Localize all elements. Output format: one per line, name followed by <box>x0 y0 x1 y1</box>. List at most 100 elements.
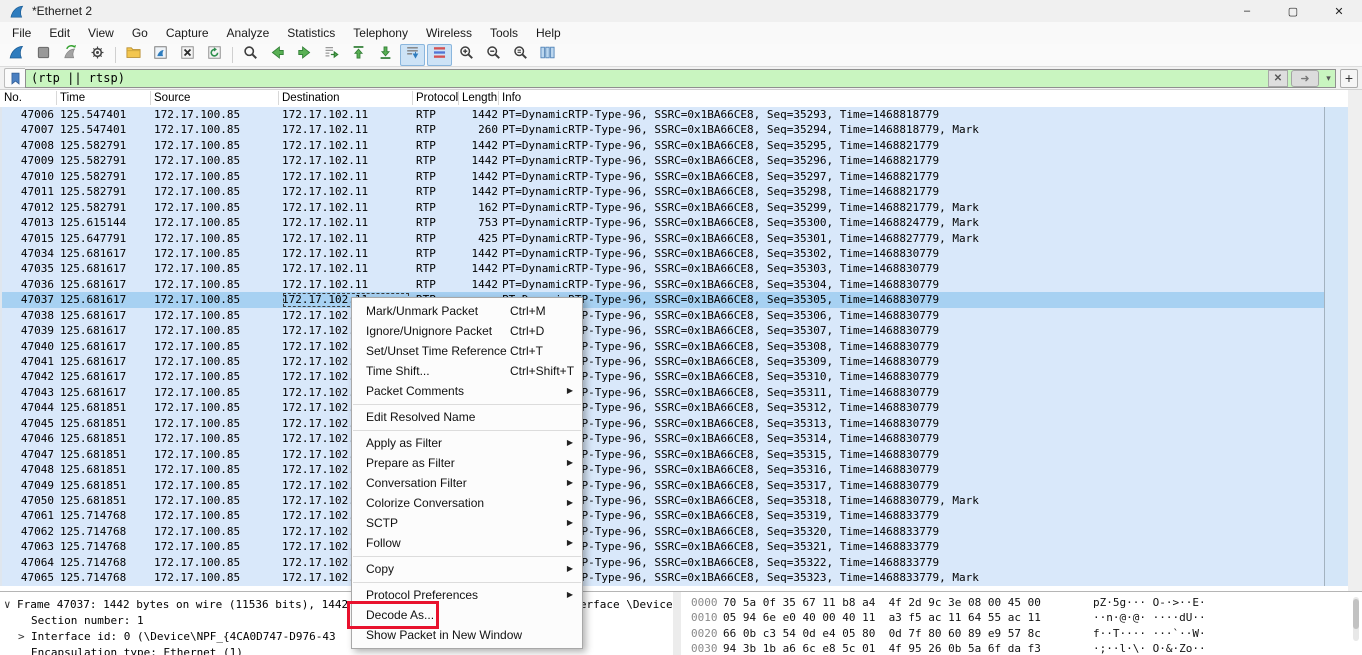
packet-list-scrollbar[interactable] <box>1324 107 1348 586</box>
detail-line[interactable]: Encapsulation type: Ethernet (1) <box>31 646 243 655</box>
column-header-length[interactable]: Length <box>462 90 497 107</box>
packet-row[interactable]: 47061125.714768172.17.100.85172.17.102.1… <box>2 508 1324 523</box>
close-button[interactable]: ✕ <box>1316 0 1362 22</box>
menu-item-colorize-conversation[interactable]: Colorize Conversation▶ <box>352 493 582 513</box>
filter-bookmark-button[interactable] <box>4 68 25 88</box>
menu-item-edit-resolved-name[interactable]: Edit Resolved Name <box>352 407 582 427</box>
menu-item-packet-comments[interactable]: Packet Comments▶ <box>352 381 582 401</box>
menu-item-ignore-unignore-packet[interactable]: Ignore/Unignore PacketCtrl+D <box>352 321 582 341</box>
pane-splitter[interactable] <box>673 591 681 655</box>
detail-line[interactable]: Section number: 1 <box>31 614 144 627</box>
packet-row[interactable]: 47010125.582791172.17.100.85172.17.102.1… <box>2 169 1324 184</box>
menubar-analyze[interactable]: Analyze <box>218 23 279 43</box>
column-header-no[interactable]: No. <box>4 90 22 107</box>
menu-item-decode-as[interactable]: Decode As... <box>352 605 582 625</box>
filter-clear-button[interactable]: ✕ <box>1268 70 1288 87</box>
go-forward-button[interactable] <box>292 44 317 66</box>
column-header-time[interactable]: Time <box>60 90 85 107</box>
menu-item-conversation-filter[interactable]: Conversation Filter▶ <box>352 473 582 493</box>
packet-row[interactable]: 47037125.681617172.17.100.85172.17.102.1… <box>2 292 1324 307</box>
menu-item-mark-unmark-packet[interactable]: Mark/Unmark PacketCtrl+M <box>352 301 582 321</box>
filter-apply-button[interactable]: ➜ <box>1291 70 1319 87</box>
menubar-view[interactable]: View <box>79 23 123 43</box>
restart-capture-button[interactable] <box>58 44 83 66</box>
menu-item-set-unset-time-reference[interactable]: Set/Unset Time ReferenceCtrl+T <box>352 341 582 361</box>
column-header-protocol[interactable]: Protocol <box>416 90 458 107</box>
capture-options-button[interactable] <box>85 44 110 66</box>
packet-row[interactable]: 47042125.681617172.17.100.85172.17.102.1… <box>2 369 1324 384</box>
stop-capture-button[interactable] <box>31 44 56 66</box>
packet-row[interactable]: 47064125.714768172.17.100.85172.17.102.1… <box>2 555 1324 570</box>
menubar-tools[interactable]: Tools <box>481 23 527 43</box>
column-separator[interactable] <box>150 91 151 105</box>
close-file-button[interactable] <box>175 44 200 66</box>
save-file-button[interactable] <box>148 44 173 66</box>
packet-row[interactable]: 47063125.714768172.17.100.85172.17.102.1… <box>2 539 1324 554</box>
resize-columns-button[interactable] <box>535 44 560 66</box>
hex-scrollbar[interactable] <box>1353 597 1359 641</box>
menubar-edit[interactable]: Edit <box>40 23 79 43</box>
packet-row[interactable]: 47045125.681851172.17.100.85172.17.102.1… <box>2 416 1324 431</box>
packet-row[interactable]: 47043125.681617172.17.100.85172.17.102.1… <box>2 385 1324 400</box>
minimize-button[interactable]: – <box>1224 0 1270 22</box>
column-separator[interactable] <box>458 91 459 105</box>
column-separator[interactable] <box>56 91 57 105</box>
menu-item-sctp[interactable]: SCTP▶ <box>352 513 582 533</box>
packet-row[interactable]: 47009125.582791172.17.100.85172.17.102.1… <box>2 153 1324 168</box>
menu-item-copy[interactable]: Copy▶ <box>352 559 582 579</box>
zoom-out-button[interactable] <box>481 44 506 66</box>
menubar-wireless[interactable]: Wireless <box>417 23 481 43</box>
packet-row[interactable]: 47044125.681851172.17.100.85172.17.102.1… <box>2 400 1324 415</box>
menubar-telephony[interactable]: Telephony <box>344 23 417 43</box>
menu-item-protocol-preferences[interactable]: Protocol Preferences▶ <box>352 585 582 605</box>
packet-row[interactable]: 47062125.714768172.17.100.85172.17.102.1… <box>2 524 1324 539</box>
go-first-button[interactable] <box>346 44 371 66</box>
packet-row[interactable]: 47041125.681617172.17.100.85172.17.102.1… <box>2 354 1324 369</box>
packet-row[interactable]: 47015125.647791172.17.100.85172.17.102.1… <box>2 231 1324 246</box>
menubar-capture[interactable]: Capture <box>157 23 218 43</box>
packet-row[interactable]: 47008125.582791172.17.100.85172.17.102.1… <box>2 138 1324 153</box>
packet-row[interactable]: 47047125.681851172.17.100.85172.17.102.1… <box>2 447 1324 462</box>
zoom-in-button[interactable] <box>454 44 479 66</box>
auto-scroll-button[interactable] <box>400 44 425 66</box>
detail-line[interactable]: >Interface id: 0 (\Device\NPF_{4CA0D747-… <box>18 630 336 643</box>
packet-row[interactable]: 47007125.547401172.17.100.85172.17.102.1… <box>2 122 1324 137</box>
packet-row[interactable]: 47034125.681617172.17.100.85172.17.102.1… <box>2 246 1324 261</box>
filter-add-button[interactable]: + <box>1340 69 1358 88</box>
column-header-destination[interactable]: Destination <box>282 90 340 107</box>
column-separator[interactable] <box>278 91 279 105</box>
packet-row[interactable]: 47065125.714768172.17.100.85172.17.102.1… <box>2 570 1324 585</box>
menu-item-prepare-as-filter[interactable]: Prepare as Filter▶ <box>352 453 582 473</box>
colorize-button[interactable] <box>427 44 452 66</box>
go-last-button[interactable] <box>373 44 398 66</box>
hex-scrollbar-thumb[interactable] <box>1353 599 1359 629</box>
menu-item-time-shift[interactable]: Time Shift...Ctrl+Shift+T <box>352 361 582 381</box>
go-to-packet-button[interactable] <box>319 44 344 66</box>
packet-row[interactable]: 47048125.681851172.17.100.85172.17.102.1… <box>2 462 1324 477</box>
packet-row[interactable]: 47012125.582791172.17.100.85172.17.102.1… <box>2 200 1324 215</box>
display-filter-input[interactable]: (rtp || rtsp) ✕ ➜ ▾ <box>25 69 1336 88</box>
maximize-button[interactable]: ▢ <box>1270 0 1316 22</box>
find-packet-button[interactable] <box>238 44 263 66</box>
packet-row[interactable]: 47050125.681851172.17.100.85172.17.102.1… <box>2 493 1324 508</box>
menu-item-show-packet-in-new-window[interactable]: Show Packet in New Window <box>352 625 582 645</box>
menubar-statistics[interactable]: Statistics <box>278 23 344 43</box>
collapsed-expander-icon[interactable]: > <box>18 630 31 643</box>
filter-dropdown-button[interactable]: ▾ <box>1322 73 1335 84</box>
packet-row[interactable]: 47011125.582791172.17.100.85172.17.102.1… <box>2 184 1324 199</box>
packet-row[interactable]: 47038125.681617172.17.100.85172.17.102.1… <box>2 308 1324 323</box>
open-file-button[interactable] <box>121 44 146 66</box>
menubar-go[interactable]: Go <box>123 23 157 43</box>
packet-row[interactable]: 47013125.615144172.17.100.85172.17.102.1… <box>2 215 1324 230</box>
zoom-original-button[interactable] <box>508 44 533 66</box>
start-capture-button[interactable] <box>4 44 29 66</box>
packet-row[interactable]: 47006125.547401172.17.100.85172.17.102.1… <box>2 107 1324 122</box>
column-separator[interactable] <box>498 91 499 105</box>
menu-item-follow[interactable]: Follow▶ <box>352 533 582 553</box>
menubar-file[interactable]: File <box>3 23 40 43</box>
packet-row[interactable]: 47035125.681617172.17.100.85172.17.102.1… <box>2 261 1324 276</box>
packet-row[interactable]: 47049125.681851172.17.100.85172.17.102.1… <box>2 478 1324 493</box>
reload-file-button[interactable] <box>202 44 227 66</box>
menubar-help[interactable]: Help <box>527 23 570 43</box>
column-header-source[interactable]: Source <box>154 90 190 107</box>
